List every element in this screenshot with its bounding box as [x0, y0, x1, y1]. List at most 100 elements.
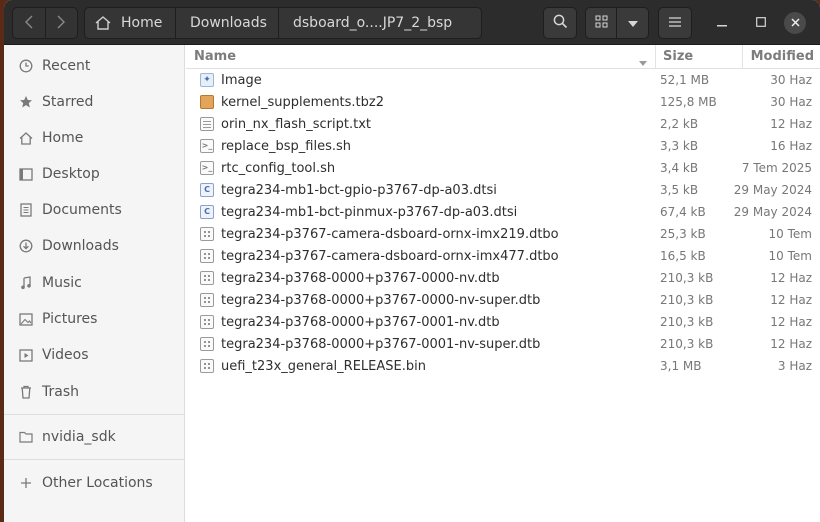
binary-file-icon [200, 271, 214, 285]
c-source-file-icon: C [200, 183, 214, 197]
file-name: tegra234-mb1-bct-pinmux-p3767-dp-a03.dts… [221, 205, 518, 220]
text-file-icon [200, 117, 214, 131]
file-name: Image [221, 73, 262, 88]
breadcrumb-home[interactable]: Home [85, 8, 176, 38]
breadcrumb-downloads[interactable]: Downloads [176, 8, 279, 38]
file-modified: 10 Tem [768, 249, 812, 263]
sidebar-item-desktop[interactable]: Desktop [4, 159, 185, 189]
file-row[interactable]: kernel_supplements.tbz2 125,8 MB 30 Haz [186, 91, 820, 113]
binary-file-icon [200, 249, 214, 263]
forward-button[interactable] [44, 8, 78, 38]
column-headers: Name Size Modified [186, 45, 820, 69]
view-options-button[interactable] [617, 8, 648, 38]
binary-file-icon [200, 293, 214, 307]
file-row[interactable]: tegra234-p3768-0000+p3767-0001-nv-super.… [186, 333, 820, 355]
sidebar-item-documents[interactable]: Documents [4, 195, 185, 225]
document-icon [18, 202, 34, 218]
grid-view-icon [595, 15, 608, 32]
file-row[interactable]: >_ rtc_config_tool.sh 3,4 kB 7 Tem 2025 [186, 157, 820, 179]
sidebar-separator [4, 414, 185, 415]
file-row[interactable]: tegra234-p3768-0000+p3767-0000-nv.dtb 21… [186, 267, 820, 289]
file-name: uefi_t23x_general_RELEASE.bin [221, 359, 426, 374]
file-name: tegra234-p3768-0000+p3767-0000-nv-super.… [221, 293, 541, 308]
file-size: 3,1 MB [660, 359, 702, 373]
trash-icon [18, 384, 34, 400]
maximize-button[interactable] [751, 13, 771, 33]
binary-file-icon [200, 359, 214, 373]
file-name: orin_nx_flash_script.txt [221, 117, 371, 132]
sidebar-item-label: Home [42, 130, 84, 146]
file-size: 16,5 kB [660, 249, 706, 263]
file-row[interactable]: orin_nx_flash_script.txt 2,2 kB 12 Haz [186, 113, 820, 135]
column-header-size[interactable]: Size [663, 49, 693, 64]
file-modified: 12 Haz [770, 315, 812, 329]
file-manager-window: Home Downloads dsboard_o....JP7_2_bsp Re… [4, 0, 820, 522]
sidebar-item-videos[interactable]: Videos [4, 340, 185, 370]
search-icon [553, 14, 568, 33]
sidebar-item-other-locations[interactable]: Other Locations [4, 468, 185, 498]
file-modified: 12 Haz [770, 337, 812, 351]
file-row[interactable]: uefi_t23x_general_RELEASE.bin 3,1 MB 3 H… [186, 355, 820, 377]
file-row[interactable]: tegra234-p3767-camera-dsboard-ornx-imx47… [186, 245, 820, 267]
file-row[interactable]: C tegra234-mb1-bct-gpio-p3767-dp-a03.dts… [186, 179, 820, 201]
file-size: 210,3 kB [660, 293, 714, 307]
image-file-icon: ✦ [200, 73, 214, 87]
file-size: 67,4 kB [660, 205, 706, 219]
minimize-button[interactable] [712, 13, 732, 33]
sidebar-item-music[interactable]: Music [4, 268, 185, 298]
file-modified: 16 Haz [770, 139, 812, 153]
chevron-right-icon [57, 14, 66, 33]
file-size: 2,2 kB [660, 117, 699, 131]
sidebar-item-pictures[interactable]: Pictures [4, 304, 185, 334]
file-row[interactable]: C tegra234-mb1-bct-pinmux-p3767-dp-a03.d… [186, 201, 820, 223]
sidebar-item-nvidia-sdk[interactable]: nvidia_sdk [4, 422, 185, 452]
sidebar-item-trash[interactable]: Trash [4, 377, 185, 407]
back-button[interactable] [13, 8, 45, 38]
home-icon [95, 16, 111, 30]
file-row[interactable]: tegra234-p3768-0000+p3767-0000-nv-super.… [186, 289, 820, 311]
file-modified: 30 Haz [770, 95, 812, 109]
minimize-icon [717, 16, 727, 31]
search-button[interactable] [543, 7, 577, 39]
file-name: tegra234-p3767-camera-dsboard-ornx-imx47… [221, 249, 559, 264]
grid-view-button[interactable] [586, 8, 618, 38]
breadcrumb-current-folder[interactable]: dsboard_o....JP7_2_bsp [279, 8, 481, 38]
close-button[interactable] [784, 12, 806, 34]
home-icon [18, 130, 34, 146]
file-modified: 10 Tem [768, 227, 812, 241]
view-controls [585, 7, 649, 39]
c-source-file-icon: C [200, 205, 214, 219]
breadcrumb-home-label: Home [121, 15, 163, 31]
sidebar-item-recent[interactable]: Recent [4, 51, 185, 81]
file-name: kernel_supplements.tbz2 [221, 95, 385, 110]
sort-dropdown-icon [639, 55, 647, 70]
sidebar-item-starred[interactable]: Starred [4, 87, 185, 117]
column-divider[interactable] [742, 45, 743, 69]
script-file-icon: >_ [200, 161, 214, 175]
archive-file-icon [200, 95, 214, 109]
sidebar-item-label: Desktop [42, 166, 100, 182]
music-icon [18, 275, 34, 291]
column-header-modified[interactable]: Modified [751, 49, 814, 64]
chevron-left-icon [24, 14, 33, 33]
file-size: 3,3 kB [660, 139, 699, 153]
file-name: tegra234-p3768-0000+p3767-0001-nv-super.… [221, 337, 541, 352]
breadcrumb-downloads-label: Downloads [190, 15, 267, 31]
script-file-icon: >_ [200, 139, 214, 153]
star-icon [18, 94, 34, 110]
file-row[interactable]: ✦ Image 52,1 MB 30 Haz [186, 69, 820, 91]
sidebar-item-home[interactable]: Home [4, 123, 185, 153]
sidebar-item-downloads[interactable]: Downloads [4, 231, 185, 261]
sidebar-item-label: Documents [42, 202, 122, 218]
file-row[interactable]: tegra234-p3768-0000+p3767-0001-nv.dtb 21… [186, 311, 820, 333]
column-divider[interactable] [655, 45, 656, 69]
file-row[interactable]: tegra234-p3767-camera-dsboard-ornx-imx21… [186, 223, 820, 245]
file-row[interactable]: >_ replace_bsp_files.sh 3,3 kB 16 Haz [186, 135, 820, 157]
desktop-icon [18, 166, 34, 182]
file-name: tegra234-p3768-0000+p3767-0000-nv.dtb [221, 271, 500, 286]
file-modified: 12 Haz [770, 271, 812, 285]
main-menu-button[interactable] [658, 7, 692, 39]
sidebar-item-label: Downloads [42, 238, 119, 254]
column-header-name[interactable]: Name [194, 49, 236, 64]
video-icon [18, 347, 34, 363]
